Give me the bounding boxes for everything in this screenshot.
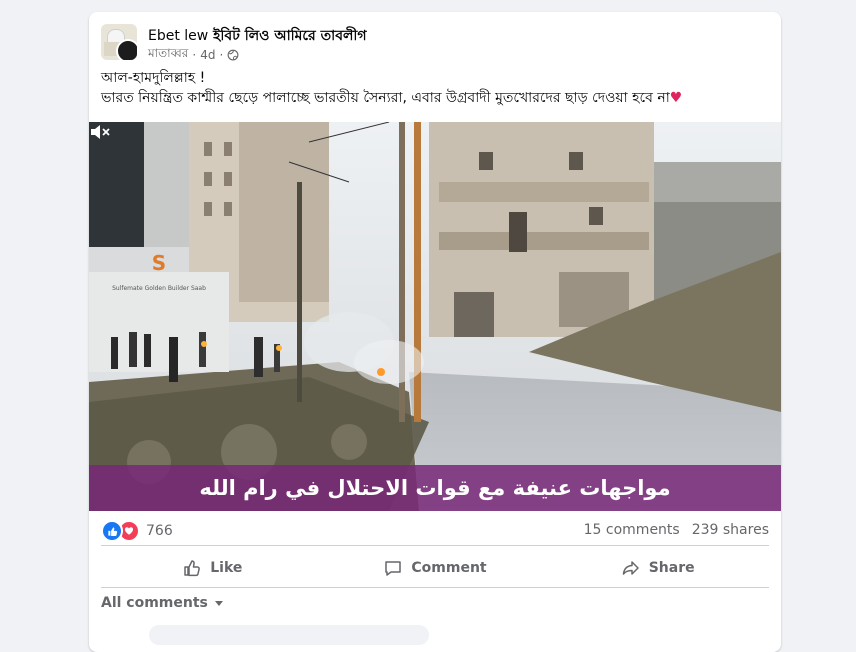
page-name-bengali[interactable]: ইবিট লিও আমিরে তাবলীগ bbox=[213, 28, 366, 44]
reaction-icons[interactable]: 766 bbox=[101, 520, 173, 542]
volume-muted-icon[interactable] bbox=[89, 122, 111, 142]
share-label: Share bbox=[648, 560, 695, 576]
shares-count[interactable]: 239 shares bbox=[692, 522, 769, 538]
svg-text:S: S bbox=[152, 251, 166, 275]
comment-button[interactable]: Comment bbox=[324, 551, 547, 585]
action-bar: Like Comment Share bbox=[101, 551, 769, 585]
post-header: Ebet lew ইবিট লিও আমিরে তাবলীগ মাতাব্বর … bbox=[101, 24, 769, 64]
post-time[interactable]: 4d bbox=[200, 48, 215, 62]
like-button[interactable]: Like bbox=[101, 551, 324, 585]
like-label: Like bbox=[210, 560, 243, 576]
comments-filter-label: All comments bbox=[101, 595, 208, 611]
comment-preview bbox=[149, 625, 429, 645]
post-text-line-2: ভারত নিয়ন্ত্রিত কাশ্মীর ছেড়ে পালাচ্ছে … bbox=[101, 88, 769, 108]
video-caption: مواجهات عنيفة مع قوات الاحتلال في رام ال… bbox=[199, 476, 671, 500]
divider-bottom bbox=[101, 587, 769, 588]
engagement-counts: 15 comments 239 shares bbox=[584, 522, 769, 538]
reactions-summary: 766 15 comments 239 shares bbox=[101, 517, 769, 543]
reaction-count[interactable]: 766 bbox=[146, 523, 173, 539]
building-sign: Sulfemate Golden Builder Saab bbox=[112, 285, 206, 292]
video-frame: S Sulfemate Golden Builder Saab bbox=[89, 122, 781, 511]
comments-filter-dropdown[interactable]: All comments bbox=[101, 595, 224, 611]
post-card: Ebet lew ইবিট লিও আমিরে তাবলীগ মাতাব্বর … bbox=[89, 12, 781, 652]
globe-icon bbox=[227, 49, 239, 61]
page-name-latin[interactable]: Ebet lew bbox=[148, 28, 208, 44]
video-player[interactable]: S Sulfemate Golden Builder Saab مواجهات … bbox=[89, 122, 781, 511]
comments-count[interactable]: 15 comments bbox=[584, 522, 680, 538]
like-reaction-icon bbox=[101, 520, 123, 542]
comment-label: Comment bbox=[411, 560, 487, 576]
thumbs-up-icon bbox=[184, 560, 201, 577]
divider-top bbox=[101, 545, 769, 546]
heart-icon: ♥ bbox=[669, 90, 683, 106]
post-text: আল-হামদুলিল্লাহ ! ভারত নিয়ন্ত্রিত কাশ্ম… bbox=[101, 68, 769, 108]
post-text-line-1: আল-হামদুলিল্লাহ ! bbox=[101, 70, 206, 86]
share-icon bbox=[622, 561, 639, 575]
author-role: মাতাব্বর bbox=[148, 46, 189, 60]
post-meta: মাতাব্বর · 4d · bbox=[148, 45, 239, 65]
share-button[interactable]: Share bbox=[546, 551, 769, 585]
meta-separator-2: · bbox=[219, 48, 224, 62]
chevron-down-icon bbox=[214, 601, 223, 606]
video-caption-bar: مواجهات عنيفة مع قوات الاحتلال في رام ال… bbox=[89, 465, 781, 511]
page-avatar[interactable] bbox=[101, 24, 137, 60]
avatar-badge-icon bbox=[116, 39, 137, 60]
post-text-line-2-body: ভারত নিয়ন্ত্রিত কাশ্মীর ছেড়ে পালাচ্ছে … bbox=[101, 90, 670, 106]
meta-separator: · bbox=[192, 48, 197, 62]
comment-icon bbox=[385, 561, 402, 576]
